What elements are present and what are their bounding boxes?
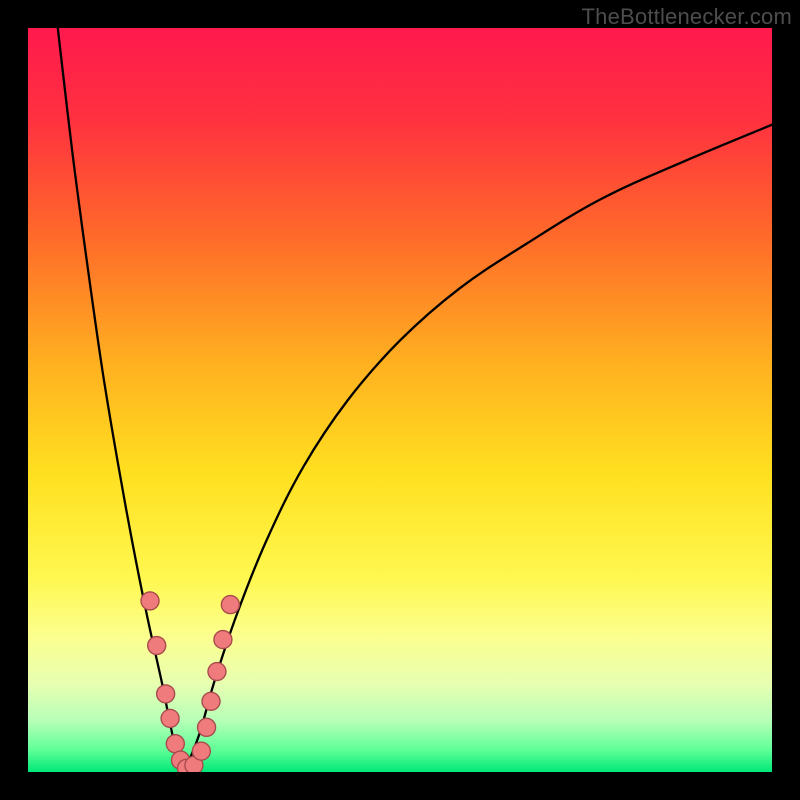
- data-marker: [157, 685, 175, 703]
- curve-left-branch: [58, 28, 184, 772]
- data-marker: [166, 735, 184, 753]
- plot-area: [28, 28, 772, 772]
- outer-frame: TheBottlenecker.com: [0, 0, 800, 800]
- marker-group: [141, 592, 239, 772]
- watermark-text: TheBottlenecker.com: [582, 4, 792, 30]
- data-marker: [202, 692, 220, 710]
- data-marker: [192, 742, 210, 760]
- data-marker: [214, 631, 232, 649]
- data-marker: [141, 592, 159, 610]
- data-marker: [148, 637, 166, 655]
- data-marker: [161, 709, 179, 727]
- chart-overlay: [28, 28, 772, 772]
- data-marker: [208, 663, 226, 681]
- data-marker: [221, 596, 239, 614]
- curve-right-branch: [184, 125, 772, 772]
- data-marker: [198, 718, 216, 736]
